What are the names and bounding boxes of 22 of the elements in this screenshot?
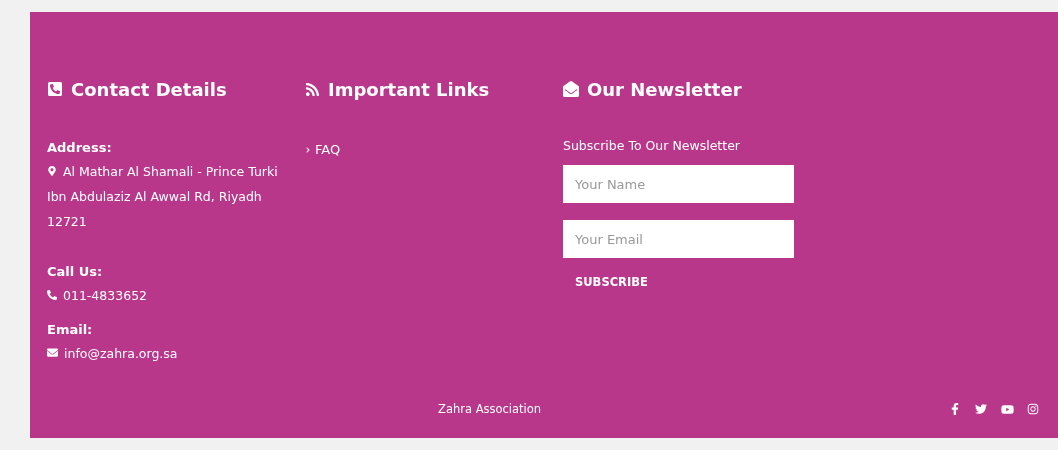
contact-label: Call Us: <box>47 264 104 279</box>
section-heading: Contact Details <box>71 78 227 100</box>
input-field[interactable]: Your Email <box>563 220 794 258</box>
envelope-icon <box>47 347 58 358</box>
newsletter-intro: Subscribe To Our Newsletter <box>563 138 741 153</box>
copyright-text: Zahra Association <box>438 402 543 416</box>
footer-link[interactable]: FAQ <box>315 142 341 157</box>
section-heading: Our Newsletter <box>587 78 742 100</box>
contact-label: Address: <box>47 140 113 155</box>
subscribe-button[interactable]: SUBSCRIBE <box>563 275 660 289</box>
location-pin-icon <box>47 166 57 176</box>
input-field[interactable]: Your Name <box>563 165 794 203</box>
contact-value: 011-4833652 <box>47 283 279 308</box>
contact-label: Email: <box>47 322 94 337</box>
contact-value: Al Mathar Al Shamali - Prince Turki Ibn Abdulaziz Al Awwal Rd, Riyadh 12721 <box>47 163 279 231</box>
section-heading: Important Links <box>328 78 490 100</box>
envelope-icon <box>563 81 579 97</box>
chevron-icon <box>305 146 311 153</box>
phone-icon <box>47 290 57 300</box>
rss-icon <box>305 81 320 97</box>
phone-icon <box>47 81 63 97</box>
contact-value: info@zahra.org.sa <box>47 341 279 366</box>
